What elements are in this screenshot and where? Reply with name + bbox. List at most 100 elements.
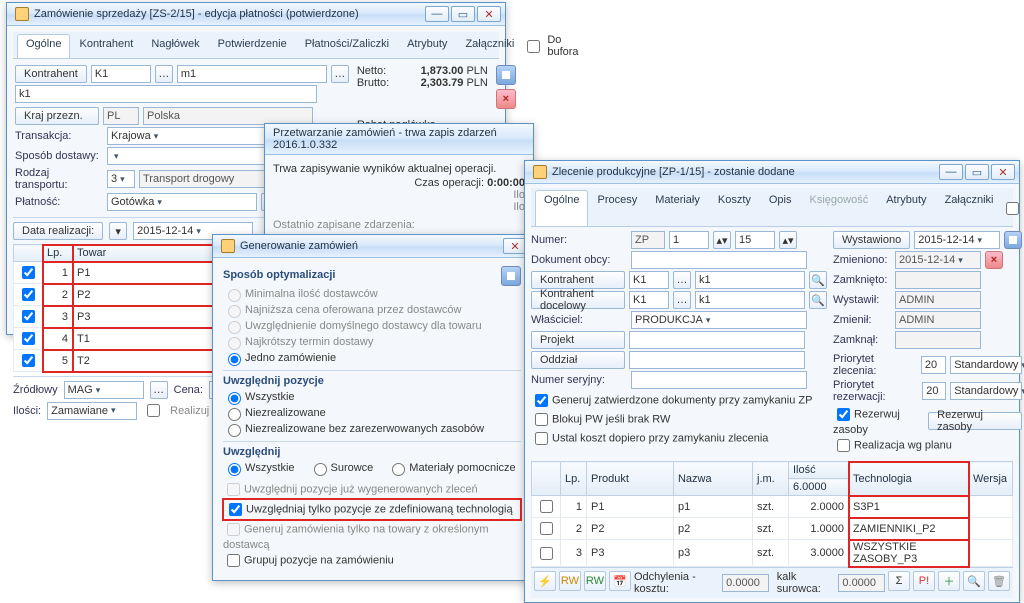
- block-pw-checkbox[interactable]: [535, 413, 548, 426]
- col-product[interactable]: Produkt: [587, 462, 674, 496]
- pos-radio-1[interactable]: [228, 408, 241, 421]
- row-check[interactable]: [22, 332, 35, 345]
- tab-processes[interactable]: Procesy: [588, 190, 646, 226]
- pos-radio-2[interactable]: [228, 424, 241, 437]
- branch-field[interactable]: [629, 351, 805, 369]
- qty-select[interactable]: Zamawiane: [47, 402, 137, 420]
- search-icon[interactable]: 🔍: [809, 291, 827, 309]
- tab-attach[interactable]: Załączniki: [936, 190, 1003, 226]
- contractor-button[interactable]: Kontrahent: [15, 65, 87, 83]
- row-check[interactable]: [540, 522, 553, 535]
- issued-button[interactable]: Wystawiono: [833, 231, 910, 249]
- row-check[interactable]: [540, 500, 553, 513]
- tab-general[interactable]: Ogólne: [535, 190, 588, 226]
- tb-cal-icon[interactable]: 📅: [609, 571, 631, 591]
- project-button[interactable]: Projekt: [531, 331, 625, 349]
- contractor-name[interactable]: k1: [695, 271, 805, 289]
- tab-attrs[interactable]: Atrybuty: [398, 34, 456, 58]
- close-button[interactable]: ✕: [991, 164, 1015, 180]
- foreign-doc-field[interactable]: [631, 251, 807, 269]
- minimize-button[interactable]: —: [425, 6, 449, 22]
- contractor-code[interactable]: K1: [91, 65, 151, 83]
- source-mag[interactable]: MAG: [64, 381, 144, 399]
- row-check[interactable]: [540, 547, 553, 560]
- save-icon[interactable]: [496, 65, 516, 85]
- table-row[interactable]: 1P1p1szt.2.0000S3P1: [532, 496, 1013, 518]
- titlebar[interactable]: Generowanie zamówień ✕: [213, 235, 531, 258]
- close-button[interactable]: ✕: [477, 6, 501, 22]
- lookup-icon[interactable]: …: [673, 291, 691, 309]
- table-row[interactable]: 3P3p3szt.3.0000WSZYSTKIE ZASOBY_P3: [532, 540, 1013, 567]
- issued-date[interactable]: 2015-12-14: [914, 231, 1000, 249]
- tb-warn-icon[interactable]: RW: [559, 571, 581, 591]
- tb-sum-icon[interactable]: Σ: [888, 571, 910, 591]
- owner-select[interactable]: PRODUKCJA: [631, 311, 807, 329]
- contractor-line2[interactable]: k1: [15, 85, 317, 103]
- row-check[interactable]: [22, 266, 35, 279]
- tab-desc[interactable]: Opis: [760, 190, 801, 226]
- prio-res-val[interactable]: 20: [922, 382, 946, 400]
- search-icon[interactable]: 🔍: [809, 271, 827, 289]
- number-2[interactable]: 15: [735, 231, 775, 249]
- row-check[interactable]: [22, 310, 35, 323]
- tab-contractor[interactable]: Kontrahent: [70, 34, 142, 58]
- col-tech[interactable]: Technologia: [849, 462, 969, 496]
- branch-button[interactable]: Oddział: [531, 351, 625, 369]
- release-checkbox[interactable]: [1006, 202, 1019, 215]
- prio-order-select[interactable]: Standardowy: [950, 356, 1022, 374]
- maximize-button[interactable]: ▭: [451, 6, 475, 22]
- chk-3[interactable]: [227, 554, 240, 567]
- titlebar[interactable]: Zlecenie produkcyjne [ZP-1/15] - zostani…: [525, 161, 1019, 184]
- opt-radio-4[interactable]: [228, 353, 241, 366]
- table-row[interactable]: 2P2p2szt.1.0000ZAMIENNIKI_P2: [532, 518, 1013, 540]
- tb-flash-icon[interactable]: ⚡: [534, 571, 556, 591]
- uw-radio-1[interactable]: [314, 463, 327, 476]
- number-1[interactable]: 1: [669, 231, 709, 249]
- titlebar[interactable]: Zamówienie sprzedaży [ZS-2/15] - edycja …: [7, 3, 505, 26]
- prio-order-val[interactable]: 20: [921, 356, 946, 374]
- lookup-icon[interactable]: …: [673, 271, 691, 289]
- prio-res-select[interactable]: Standardowy: [950, 382, 1022, 400]
- reserve-checkbox[interactable]: [837, 408, 850, 421]
- cost-close-checkbox[interactable]: [535, 432, 548, 445]
- tb-view-icon[interactable]: 🔍: [963, 571, 985, 591]
- realization-date-button[interactable]: Data realizacji:: [13, 222, 103, 240]
- tab-attach[interactable]: Załączniki: [456, 34, 523, 58]
- contractor-name-lookup-icon[interactable]: …: [331, 65, 349, 83]
- tab-payments[interactable]: Płatności/Zaliczki: [296, 34, 398, 58]
- contractor-name[interactable]: m1: [177, 65, 327, 83]
- save-icon[interactable]: [501, 266, 521, 286]
- contractor-lookup-icon[interactable]: …: [155, 65, 173, 83]
- dest-contractor-button[interactable]: Kontrahent docelowy: [531, 291, 625, 309]
- tab-header[interactable]: Nagłówek: [142, 34, 208, 58]
- realize-checkbox[interactable]: [147, 404, 160, 417]
- chk-1[interactable]: [229, 503, 242, 516]
- col-version[interactable]: Wersja: [969, 462, 1013, 496]
- titlebar[interactable]: Przetwarzanie zamówień - trwa zapis zdar…: [265, 124, 533, 155]
- contractor-code[interactable]: K1: [629, 271, 669, 289]
- col-check[interactable]: [532, 462, 561, 496]
- row-check[interactable]: [22, 288, 35, 301]
- pos-radio-0[interactable]: [228, 392, 241, 405]
- tab-costs[interactable]: Koszty: [709, 190, 760, 226]
- col-ilosc[interactable]: Ilość: [789, 462, 849, 479]
- cancel-icon[interactable]: [985, 251, 1003, 269]
- tb-del-icon[interactable]: 🗑: [988, 571, 1010, 591]
- minimize-button[interactable]: —: [939, 164, 963, 180]
- maximize-button[interactable]: ▭: [965, 164, 989, 180]
- col-lp[interactable]: Lp.: [43, 245, 73, 262]
- spin-icon[interactable]: ▴▾: [713, 231, 731, 249]
- save-icon[interactable]: [1004, 231, 1022, 249]
- dest-country-button[interactable]: Kraj przezn.: [15, 107, 99, 125]
- project-field[interactable]: [629, 331, 805, 349]
- uw-radio-2[interactable]: [392, 463, 405, 476]
- col-check[interactable]: [14, 245, 43, 262]
- to-buffer-checkbox[interactable]: [527, 40, 540, 53]
- spin-icon-2[interactable]: ▴▾: [779, 231, 797, 249]
- transport-code[interactable]: 3: [107, 170, 135, 188]
- source-lookup-icon[interactable]: …: [150, 381, 168, 399]
- tab-attrs[interactable]: Atrybuty: [877, 190, 935, 226]
- tb-rw-icon[interactable]: RW: [584, 571, 606, 591]
- uw-radio-0[interactable]: [228, 463, 241, 476]
- date-mode-icon[interactable]: ▾: [109, 222, 127, 240]
